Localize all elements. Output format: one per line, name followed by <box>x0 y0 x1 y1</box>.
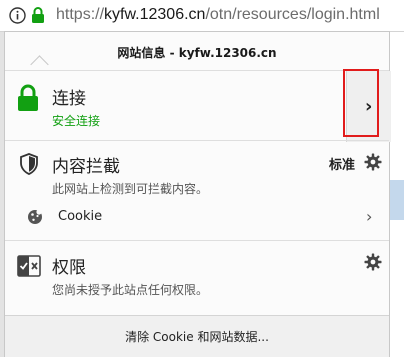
divider <box>5 140 389 141</box>
cookie-icon <box>28 209 42 224</box>
connection-details-button[interactable]: › <box>346 71 391 142</box>
blocking-mode-label: 标准 <box>329 158 356 173</box>
url-text[interactable]: https://kyfw.12306.cn/otn/resources/logi… <box>56 6 380 24</box>
info-icon[interactable] <box>9 7 26 24</box>
clear-cookies-label: 清除 Cookie 和网站数据... <box>125 330 269 344</box>
divider <box>5 240 389 241</box>
lock-icon <box>18 84 38 111</box>
chevron-right-icon: › <box>365 96 373 117</box>
url-host: kyfw.12306.cn <box>104 6 206 23</box>
shield-icon <box>20 153 38 175</box>
gear-icon[interactable] <box>364 153 382 171</box>
content-blocking-title: 内容拦截 <box>52 157 120 177</box>
url-path: /otn/resources/login.html <box>205 6 380 23</box>
page-background <box>390 32 404 357</box>
cookie-row[interactable]: Cookie › <box>5 202 389 232</box>
connection-title: 连接 <box>52 89 86 109</box>
url-prefix: https:// <box>56 6 105 23</box>
clear-cookies-button[interactable]: 清除 Cookie 和网站数据... <box>5 315 389 357</box>
divider <box>5 70 389 71</box>
permissions-title: 权限 <box>52 258 86 278</box>
chevron-right-icon: › <box>366 207 373 226</box>
lock-icon[interactable] <box>31 6 45 24</box>
panel-title: 网站信息 - kyfw.12306.cn <box>117 46 277 60</box>
permissions-icon <box>17 255 41 277</box>
content-blocking-description: 此网站上检测到可拦截内容。 <box>52 182 209 196</box>
permissions-description: 您尚未授予此站点任何权限。 <box>52 283 209 297</box>
address-bar[interactable]: https://kyfw.12306.cn/otn/resources/logi… <box>0 0 404 32</box>
page-banner <box>390 180 404 220</box>
cookie-label: Cookie <box>58 209 103 224</box>
gear-icon[interactable] <box>364 253 382 271</box>
site-info-panel: 网站信息 - kyfw.12306.cn 连接 安全连接 › 内容拦截 此网站上… <box>4 31 391 357</box>
connection-status: 安全连接 <box>52 114 101 128</box>
